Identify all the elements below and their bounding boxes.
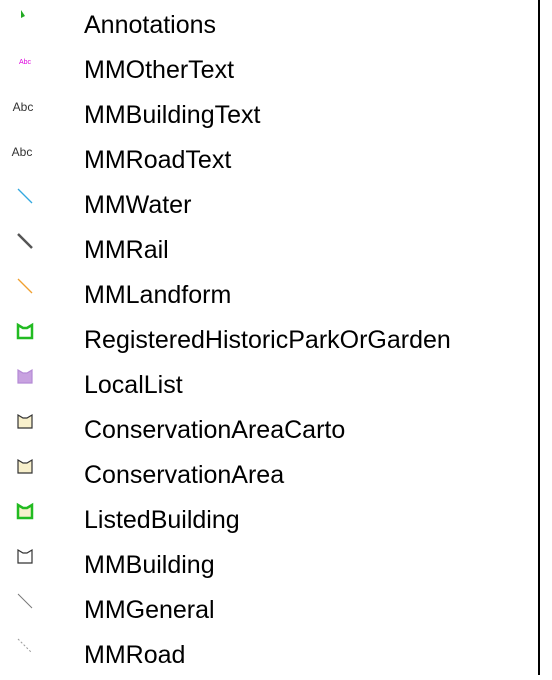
legend-item-label: LocalList	[84, 371, 183, 399]
polygon-symbol-icon	[15, 501, 35, 521]
polygon-symbol-icon	[15, 456, 35, 476]
svg-text:Abc: Abc	[13, 100, 34, 114]
legend-item-label: Annotations	[84, 11, 217, 39]
legend-item-label: MMOtherText	[84, 56, 235, 84]
legend-panel: Annotations Abc MMOtherText Abc MMBuildi…	[0, 0, 540, 675]
legend-item-label: ConservationArea	[84, 461, 285, 489]
legend-item-label: ConservationAreaCarto	[84, 416, 346, 444]
polygon-symbol-icon	[15, 411, 35, 431]
legend-item-conservationarea[interactable]: ConservationArea	[0, 456, 540, 500]
legend-item-mmbuildingtext[interactable]: Abc MMBuildingText	[0, 96, 540, 140]
legend-item-mmroadtext[interactable]: Abc MMRoadText	[0, 141, 540, 185]
legend-item-mmwater[interactable]: MMWater	[0, 186, 540, 230]
legend-item-label: ListedBuilding	[84, 506, 240, 534]
legend-item-listedbuilding[interactable]: ListedBuilding	[0, 501, 540, 545]
legend-item-mmlandform[interactable]: MMLandform	[0, 276, 540, 320]
line-symbol-icon	[15, 231, 35, 251]
legend-item-label: MMWater	[84, 191, 192, 219]
polygon-symbol-icon	[15, 366, 35, 386]
legend-item-registeredhistoricparkorgarden[interactable]: RegisteredHistoricParkOrGarden	[0, 321, 540, 365]
legend-item-mmrail[interactable]: MMRail	[0, 231, 540, 275]
legend-item-mmbuilding[interactable]: MMBuilding	[0, 546, 540, 590]
legend-item-label: MMLandform	[84, 281, 232, 309]
legend-item-label: MMGeneral	[84, 596, 215, 624]
svg-text:Abc: Abc	[12, 145, 33, 159]
line-symbol-icon	[15, 186, 35, 206]
polygon-symbol-icon	[15, 546, 35, 566]
legend-item-mmothertext[interactable]: Abc MMOtherText	[0, 51, 540, 95]
line-symbol-icon	[15, 636, 35, 656]
text-sample-icon: Abc	[15, 51, 35, 71]
legend-item-mmroad[interactable]: MMRoad	[0, 636, 540, 680]
line-symbol-icon	[15, 276, 35, 296]
polygon-symbol-icon	[15, 321, 35, 341]
legend-item-label: MMBuilding	[84, 551, 215, 579]
legend-item-label: MMRoadText	[84, 146, 232, 174]
legend-item-conservationareacarto[interactable]: ConservationAreaCarto	[0, 411, 540, 455]
annotation-marker-icon	[15, 6, 35, 26]
svg-text:Abc: Abc	[19, 59, 32, 66]
text-sample-icon: Abc	[13, 96, 35, 116]
legend-item-label: MMRoad	[84, 641, 186, 669]
text-sample-icon: Abc	[12, 141, 35, 161]
legend-item-annotations[interactable]: Annotations	[0, 6, 540, 50]
legend-item-mmgeneral[interactable]: MMGeneral	[0, 591, 540, 635]
legend-item-label: MMBuildingText	[84, 101, 261, 129]
legend-item-locallist[interactable]: LocalList	[0, 366, 540, 410]
line-symbol-icon	[15, 591, 35, 611]
legend-item-label: MMRail	[84, 236, 169, 264]
legend-item-label: RegisteredHistoricParkOrGarden	[84, 326, 451, 354]
